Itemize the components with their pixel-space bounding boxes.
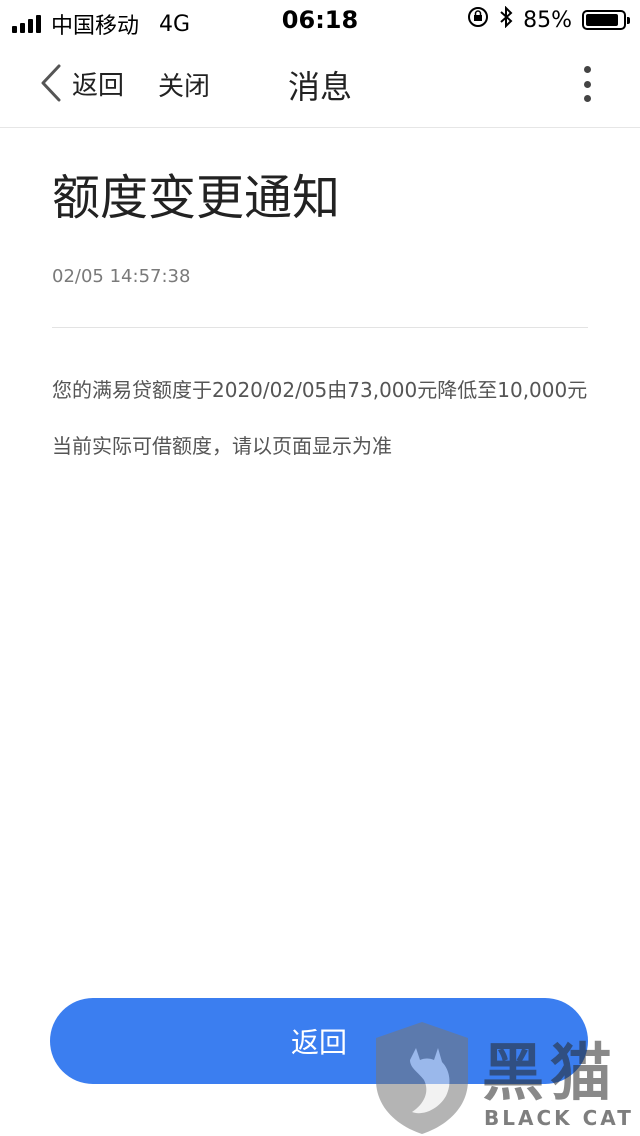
message-content: 额度变更通知 02/05 14:57:38 您的满易贷额度于2020/02/05… [52, 170, 588, 464]
more-options-icon[interactable] [582, 66, 592, 102]
watermark: 黑猫 BLACK CAT [372, 1020, 640, 1136]
message-paragraph: 您的满易贷额度于2020/02/05由73,000元降低至10,000元 [52, 377, 588, 402]
battery-icon [582, 10, 630, 30]
status-bar: 中国移动 4G 06:18 85% [0, 0, 640, 40]
status-bar-right: 85% [467, 5, 630, 34]
battery-percent: 85% [523, 7, 572, 33]
bluetooth-icon [499, 5, 513, 34]
navigation-bar: 返回 关闭 消息 [0, 40, 640, 128]
message-timestamp: 02/05 14:57:38 [52, 265, 191, 287]
watermark-text-cn: 黑猫 [482, 1036, 619, 1109]
message-title: 额度变更通知 [52, 170, 341, 226]
message-paragraph: 当前实际可借额度，请以页面显示为准 [52, 433, 392, 458]
watermark-text-en: BLACK CAT [484, 1106, 634, 1130]
rotation-lock-icon [467, 6, 489, 34]
message-body: 您的满易贷额度于2020/02/05由73,000元降低至10,000元 当前实… [52, 372, 588, 464]
page-title: 消息 [287, 68, 352, 106]
cat-shield-logo-icon [376, 1022, 468, 1134]
divider [52, 326, 588, 328]
